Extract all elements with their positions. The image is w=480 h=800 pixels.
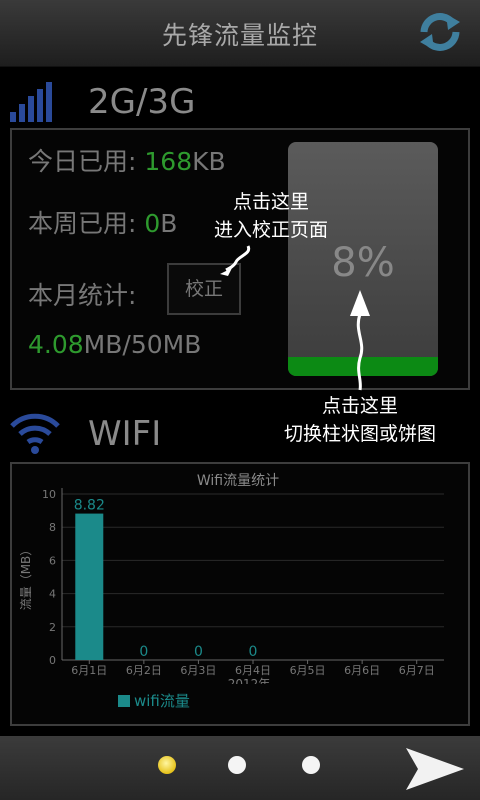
app-title: 先锋流量监控 bbox=[161, 21, 318, 50]
toggle-hint: 点击这里 切换柱状图或饼图 bbox=[262, 392, 458, 448]
page-dot[interactable] bbox=[228, 756, 246, 774]
x-tick-label: 6月3日 bbox=[180, 664, 216, 677]
week-label: 本周已用: bbox=[28, 209, 137, 238]
y-tick-label: 2 bbox=[49, 621, 56, 634]
title-bar: 先锋流量监控 bbox=[0, 0, 480, 67]
month-usage: 4.08MB/50MB bbox=[28, 330, 201, 359]
calibrate-hint-arrow-icon bbox=[220, 245, 251, 276]
toggle-hint-arrow-icon bbox=[350, 290, 370, 391]
signal-icon bbox=[10, 82, 52, 122]
x-tick-label: 6月6日 bbox=[344, 664, 380, 677]
x-tick-label: 6月4日 bbox=[235, 664, 271, 677]
calibrate-hint: 点击这里 进入校正页面 bbox=[196, 188, 346, 244]
month-total: MB/50MB bbox=[83, 330, 202, 359]
week-value: 0 bbox=[144, 209, 161, 238]
wifi-bar-chart: 0 2 4 6 8 10 流量（MB） 6月1日 8.82 6月2日 0 6月3日 0 6月4日 0 6月5日… bbox=[19, 488, 444, 684]
bar-value-label: 0 bbox=[249, 644, 258, 660]
month-stat-label: 本月统计: bbox=[28, 281, 137, 310]
month-used-value: 4.08 bbox=[28, 330, 84, 359]
legend-swatch bbox=[118, 695, 130, 707]
today-label: 今日已用: bbox=[28, 147, 137, 176]
chart-legend: wifi流量 bbox=[118, 690, 190, 711]
arrow-right-icon[interactable] bbox=[404, 746, 466, 792]
today-value: 168 bbox=[144, 147, 193, 176]
toggle-hint-line1: 点击这里 bbox=[321, 395, 398, 417]
today-usage: 今日已用: 168KB bbox=[28, 142, 226, 178]
page-dot[interactable] bbox=[302, 756, 320, 774]
y-tick-label: 4 bbox=[49, 588, 56, 601]
today-unit: KB bbox=[192, 147, 226, 176]
bar-value-label: 8.82 bbox=[74, 498, 105, 514]
bar-value-label: 0 bbox=[194, 644, 203, 660]
gauge-percent: 8% bbox=[331, 240, 395, 286]
week-unit: B bbox=[160, 209, 178, 238]
calibrate-hint-line1: 点击这里 bbox=[232, 191, 309, 213]
page-dot[interactable] bbox=[158, 756, 176, 774]
bottom-bar bbox=[0, 736, 480, 800]
wifi-icon bbox=[10, 413, 60, 454]
wifi-chart-panel[interactable]: Wifi流量统计 0 2 4 6 8 10 流量（MB） 6月1日 8.82 6月2日 0 6月3日 0… bbox=[10, 462, 470, 726]
bar bbox=[75, 513, 104, 660]
x-tick-label: 6月1日 bbox=[71, 664, 107, 677]
x-axis-label: 2012年 bbox=[228, 677, 271, 684]
week-usage: 本周已用: 0B bbox=[28, 204, 177, 240]
x-tick-label: 6月7日 bbox=[399, 664, 435, 677]
refresh-icon[interactable] bbox=[416, 10, 464, 54]
calibrate-hint-line2: 进入校正页面 bbox=[213, 219, 328, 241]
legend-label: wifi流量 bbox=[134, 692, 190, 710]
mobile-section-label: 2G/3G bbox=[88, 82, 196, 122]
bar-value-label: 0 bbox=[139, 644, 148, 660]
y-tick-label: 8 bbox=[49, 521, 56, 534]
y-tick-label: 0 bbox=[49, 654, 56, 667]
wifi-section-label: WIFI bbox=[88, 414, 162, 454]
y-tick-label: 6 bbox=[49, 554, 56, 567]
toggle-hint-line2: 切换柱状图或饼图 bbox=[283, 423, 436, 445]
x-tick-label: 6月2日 bbox=[126, 664, 162, 677]
y-axis-label: 流量（MB） bbox=[19, 544, 33, 611]
y-tick-label: 10 bbox=[42, 488, 56, 501]
x-tick-label: 6月5日 bbox=[290, 664, 326, 677]
